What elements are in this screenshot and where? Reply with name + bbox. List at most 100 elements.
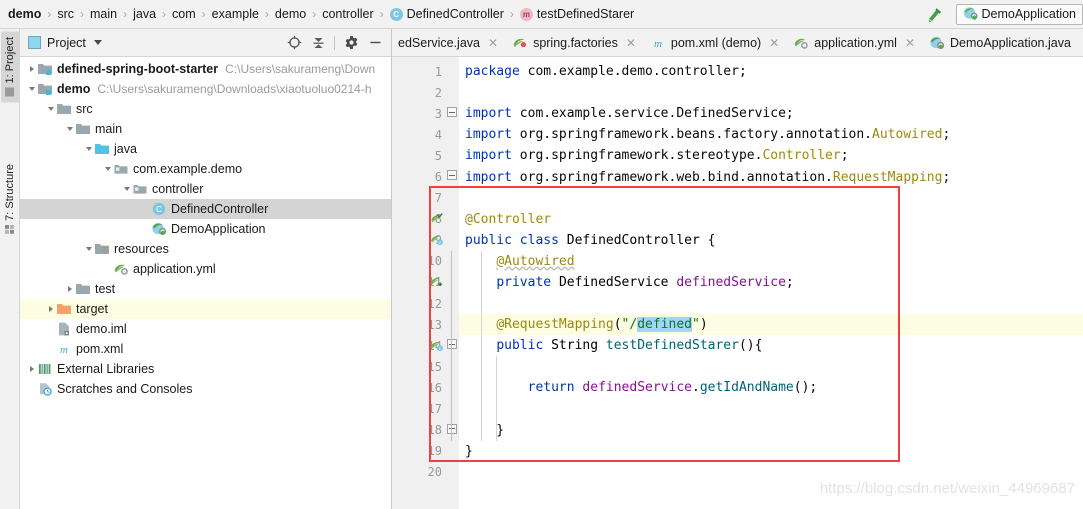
code-line[interactable] [459, 399, 1083, 420]
fold-collapse-icon[interactable] [447, 170, 457, 181]
chevron-down-icon[interactable] [64, 124, 75, 135]
tree-node-pom-xml[interactable]: m pom.xml [20, 339, 391, 359]
chevron-right-icon[interactable] [26, 364, 37, 375]
gutter-line[interactable]: 8 [392, 209, 446, 230]
tree-node-main[interactable]: main [20, 119, 391, 139]
code-line[interactable] [459, 188, 1083, 209]
tree-node-java[interactable]: java [20, 139, 391, 159]
gutter-line[interactable]: 3 [392, 103, 446, 124]
code-line[interactable] [459, 82, 1083, 103]
tree-node-defined-spring-boot-starter[interactable]: defined-spring-boot-starter C:\Users\saku… [20, 59, 391, 79]
collapse-all-icon[interactable] [310, 35, 326, 51]
tree-node-scratches-and-consoles[interactable]: Scratches and Consoles [20, 379, 391, 399]
code-line[interactable]: return definedService. getIdAndName (); [459, 377, 1083, 398]
chevron-right-icon[interactable] [64, 284, 75, 295]
fold-collapse-icon[interactable] [447, 423, 457, 434]
close-icon[interactable]: ✕ [626, 36, 636, 50]
code-line[interactable]: import com.example.service. DefinedServic… [459, 103, 1083, 124]
tree-node-src[interactable]: src [20, 99, 391, 119]
gutter-line[interactable]: 12 [392, 293, 446, 314]
code-line[interactable]: public String testDefinedStarer(){ [459, 335, 1083, 356]
chevron-down-icon[interactable] [121, 184, 132, 195]
fold-collapse-icon[interactable] [447, 339, 457, 350]
tree-node-resources[interactable]: resources [20, 239, 391, 259]
editor-tab-spring-factories[interactable]: spring.factories ✕ [506, 29, 644, 56]
gutter-line[interactable]: 18 [392, 420, 446, 441]
run-configuration-selector[interactable]: DemoApplication [955, 3, 1083, 25]
code-line[interactable]: import org.springframework.stereotype. Co… [459, 145, 1083, 166]
code-line[interactable]: @Controller [459, 209, 1083, 230]
code-line[interactable] [459, 356, 1083, 377]
project-panel-title[interactable]: Project [28, 36, 102, 50]
spring-bean-check-icon[interactable] [430, 212, 444, 226]
chevron-right-icon[interactable] [26, 64, 37, 75]
editor-gutter[interactable]: 123456789c1011121314c151617181920 [392, 57, 446, 509]
gutter-line[interactable]: 7 [392, 188, 446, 209]
code-folding-column[interactable] [446, 57, 459, 509]
hide-panel-icon[interactable] [367, 35, 383, 51]
gutter-line[interactable]: 19 [392, 441, 446, 462]
editor-tab-pom-xml-demo-[interactable]: m pom.xml (demo) ✕ [644, 29, 787, 56]
tree-node-test[interactable]: test [20, 279, 391, 299]
gutter-line[interactable]: 6 [392, 166, 446, 187]
close-icon[interactable]: ✕ [488, 36, 498, 50]
gutter-line[interactable]: 5 [392, 145, 446, 166]
gutter-line[interactable]: 4 [392, 124, 446, 145]
tree-node-application-yml[interactable]: application.yml [20, 259, 391, 279]
gutter-line[interactable]: 1 [392, 61, 446, 82]
tree-node-definedcontroller[interactable]: C DefinedController [20, 199, 391, 219]
code-line[interactable]: } [459, 420, 1083, 441]
gutter-line[interactable]: 20 [392, 462, 446, 483]
tool-window-tab-structure[interactable]: 7: Structure [1, 158, 19, 240]
breadcrumb-item-src[interactable]: src [57, 7, 74, 21]
gutter-line[interactable]: 9c [392, 230, 446, 251]
gutter-line[interactable]: 17 [392, 399, 446, 420]
code-line[interactable]: @RequestMapping("/defined ") [459, 314, 1083, 336]
tree-node-com-example-demo[interactable]: com.example.demo [20, 159, 391, 179]
breadcrumb-item-testdefinedstarer[interactable]: m testDefinedStarer [519, 7, 634, 21]
code-line[interactable] [459, 293, 1083, 314]
chevron-down-icon[interactable] [83, 244, 94, 255]
gutter-line[interactable]: 2 [392, 82, 446, 103]
tree-node-target[interactable]: target [20, 299, 391, 319]
breadcrumb-item-demo[interactable]: demo [8, 7, 41, 21]
fold-collapse-icon[interactable] [447, 107, 457, 118]
gutter-line[interactable]: 13 [392, 314, 446, 335]
spring-bean-class-icon[interactable]: c [430, 233, 444, 247]
tree-node-demo[interactable]: demo C:\Users\sakurameng\Downloads\xiaotu… [20, 79, 391, 99]
tree-node-demoapplication[interactable]: DemoApplication [20, 219, 391, 239]
breadcrumb-item-demo[interactable]: demo [275, 7, 306, 21]
chevron-down-icon[interactable] [45, 104, 56, 115]
gutter-line[interactable]: 14c [392, 335, 446, 356]
tree-node-demo-iml[interactable]: demo.iml [20, 319, 391, 339]
breadcrumb-item-definedcontroller[interactable]: C DefinedController [389, 7, 504, 21]
code-line[interactable]: import org.springframework.beans.factory… [459, 124, 1083, 145]
breadcrumb-item-controller[interactable]: controller [322, 7, 373, 21]
breadcrumb-item-com[interactable]: com [172, 7, 196, 21]
code-line[interactable]: import org.springframework.web.bind.anno… [459, 166, 1083, 187]
chevron-down-icon[interactable] [102, 164, 113, 175]
chevron-down-icon[interactable] [93, 40, 102, 45]
code-text[interactable]: package com.example.demo.controller; impo… [459, 57, 1083, 509]
gutter-line[interactable]: 16 [392, 377, 446, 398]
tool-window-tab-project[interactable]: 1: Project [0, 31, 19, 103]
locate-target-icon[interactable] [286, 35, 302, 51]
breadcrumb-item-java[interactable]: java [133, 7, 156, 21]
code-line[interactable]: } [459, 441, 1083, 462]
spring-bean-autowire-icon[interactable] [430, 275, 444, 289]
chevron-right-icon[interactable] [45, 304, 56, 315]
chevron-down-icon[interactable] [26, 84, 37, 95]
gutter-line[interactable]: 10 [392, 251, 446, 272]
spring-bean-class-icon[interactable]: c [430, 339, 444, 353]
breadcrumb-item-main[interactable]: main [90, 7, 117, 21]
tree-node-external-libraries[interactable]: External Libraries [20, 359, 391, 379]
chevron-down-icon[interactable] [83, 144, 94, 155]
tree-node-controller[interactable]: controller [20, 179, 391, 199]
code-line[interactable]: public class DefinedController { [459, 230, 1083, 251]
close-icon[interactable]: ✕ [769, 36, 779, 50]
code-line[interactable]: @Autowired [459, 251, 1083, 272]
project-tree[interactable]: defined-spring-boot-starter C:\Users\saku… [20, 57, 391, 509]
editor-tab-application-yml[interactable]: application.yml ✕ [787, 29, 923, 56]
make-project-hammer-icon[interactable] [924, 3, 946, 25]
breadcrumb-item-example[interactable]: example [212, 7, 259, 21]
